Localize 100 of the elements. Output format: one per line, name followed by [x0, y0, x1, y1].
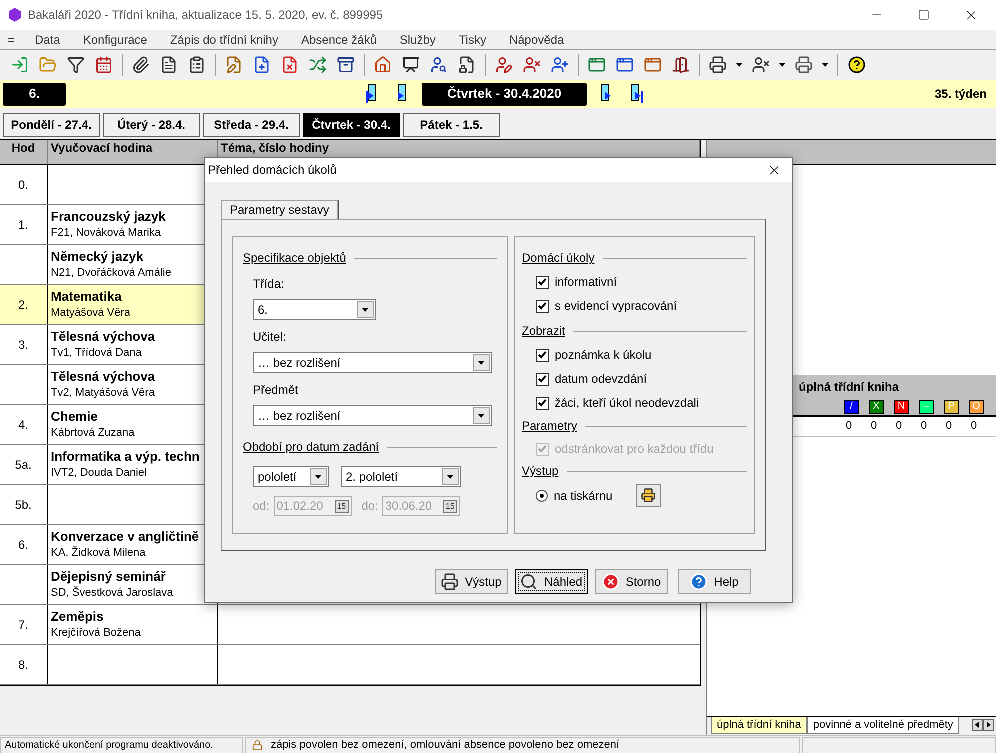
window-icon[interactable] [644, 56, 662, 74]
hour-cell-text: 1. [18, 216, 28, 234]
door-icon[interactable] [672, 56, 690, 74]
menu-item[interactable]: Data [35, 30, 60, 48]
field-label: Třída: [253, 276, 286, 293]
class-label: 6. [3, 82, 66, 106]
caret-icon [315, 474, 322, 478]
day-tab[interactable]: Pondělí - 27.4. [3, 113, 100, 137]
day-tab[interactable]: Čtvrtek - 30.4. [303, 113, 400, 137]
checkbox-label: s evidencí vypracování [555, 298, 678, 315]
paperclip-icon[interactable] [132, 56, 150, 74]
person-x-icon[interactable] [523, 56, 541, 74]
checkbox[interactable] [536, 300, 549, 312]
person-search-icon[interactable] [430, 56, 448, 74]
hour-cell-text: 3. [18, 336, 28, 354]
subject-name: Konverzace v angličtině [51, 528, 200, 545]
dropdown-field[interactable]: … bez rozlišení [253, 405, 492, 426]
count-cell-text: 0 [894, 419, 904, 434]
group-heading: Zobrazit [522, 323, 566, 340]
caret-icon [478, 414, 485, 418]
help-icon[interactable] [848, 56, 866, 74]
dialog-button[interactable]: Náhled [515, 569, 588, 594]
menu-item[interactable]: Nápověda [509, 30, 564, 48]
document-icon[interactable] [160, 56, 178, 74]
menu-item[interactable]: Služby [400, 30, 436, 48]
hour-cell-text: 5b. [15, 496, 32, 514]
teacher-name: Tv2, Matyášová Věra [51, 386, 156, 401]
radio-label: na tiskárnu [554, 488, 613, 504]
home-icon[interactable] [374, 56, 392, 74]
document-lock-icon[interactable] [458, 56, 476, 74]
filter-icon[interactable] [67, 56, 85, 74]
date-label: od: [253, 498, 270, 515]
subject-name: Informatika a výp. techn [51, 448, 201, 465]
clipboard-icon[interactable] [188, 56, 206, 74]
sheet-tab[interactable]: povinné a volitelné předměty [807, 717, 960, 734]
printer-settings-button[interactable] [636, 484, 661, 507]
caret-icon[interactable] [736, 63, 743, 67]
teacher-name: Krejčířová Božena [51, 626, 142, 641]
document-plus-icon[interactable] [253, 56, 271, 74]
dialog-button[interactable]: Výstup [435, 569, 508, 594]
checkbox[interactable] [536, 348, 549, 362]
day-tab[interactable]: Středa - 29.4. [203, 113, 300, 137]
group-heading: Parametry [522, 418, 578, 435]
blackboard-icon[interactable] [402, 56, 420, 74]
menu-item[interactable]: Zápis do třídní knihy [170, 30, 278, 48]
checkbox[interactable] [536, 396, 549, 410]
teacher-name: F21, Nováková Marika [51, 226, 162, 241]
checkbox[interactable] [536, 276, 549, 288]
calendar-icon[interactable] [95, 56, 113, 74]
teacher-name: SD, Švestková Jaroslava [51, 585, 174, 601]
day-tab[interactable]: Pátek - 1.5. [403, 113, 500, 137]
person-plus-icon[interactable] [551, 56, 569, 74]
document-x-icon[interactable] [281, 56, 299, 74]
subject-name: Matematika [51, 288, 123, 305]
date-label: do: [362, 498, 378, 515]
lock-icon [252, 740, 263, 751]
caret-icon [362, 308, 369, 312]
checkbox[interactable] [536, 372, 549, 386]
cabinet-icon[interactable] [337, 56, 355, 74]
dropdown-field[interactable]: … bez rozlišení [253, 352, 492, 373]
menu-item[interactable]: Absence žáků [301, 30, 377, 48]
menu-item[interactable]: Konfigurace [83, 30, 148, 48]
sheet-tab[interactable]: úplná třídní kniha [711, 717, 808, 734]
caret-icon[interactable] [822, 63, 829, 67]
legend-tag: N [894, 400, 909, 414]
dropdown-field[interactable]: pololetí [253, 466, 329, 487]
dialog-tab[interactable]: Parametry sestavy [221, 200, 338, 219]
last-day-icon[interactable] [629, 84, 643, 104]
printer-icon[interactable] [795, 56, 813, 74]
lesson-row[interactable]: 2. Matematika Matyášová Věra [0, 285, 204, 324]
document-pencil-icon[interactable] [225, 56, 243, 74]
dialog-button[interactable]: Help [678, 569, 751, 594]
dialog-button[interactable]: Storno [595, 569, 668, 594]
caret-icon[interactable] [779, 63, 786, 67]
hour-cell-text: 7. [18, 616, 28, 634]
group-heading: Specifikace objektů [243, 250, 346, 267]
teacher-name: KA, Židková Milena [51, 545, 147, 561]
teacher-name: Tv1, Třídová Dana [51, 346, 143, 361]
dropdown-field[interactable]: 2. pololetí [341, 466, 461, 487]
status-text: Automatické ukončení programu deaktivováno. [0, 736, 243, 753]
person-pencil-icon[interactable] [495, 56, 513, 74]
radio-button[interactable] [536, 490, 548, 502]
day-tab[interactable]: Úterý - 28.4. [103, 113, 200, 137]
dropdown-field[interactable]: 6. [253, 299, 376, 320]
scroll-arrows-icon[interactable] [972, 719, 994, 731]
folder-icon[interactable] [39, 56, 57, 74]
exit-icon[interactable] [11, 56, 29, 74]
printer-icon[interactable] [709, 56, 727, 74]
maximize-icon[interactable] [918, 9, 930, 21]
next-day-icon[interactable] [599, 84, 613, 104]
subject-name: Německý jazyk [51, 248, 145, 265]
teacher-name: Kábrtová Zuzana [51, 426, 136, 441]
arrows-icon[interactable] [309, 56, 327, 74]
subject-name: Tělesná výchova [51, 328, 156, 345]
menu-item[interactable]: = [8, 30, 16, 48]
hour-cell-text: 4. [18, 416, 28, 434]
menu-item[interactable]: Tisky [458, 30, 486, 48]
legend-tag: / [844, 400, 859, 414]
week-label: 35. týden [934, 86, 987, 103]
subject-name: Dějepisný seminář [51, 568, 167, 585]
